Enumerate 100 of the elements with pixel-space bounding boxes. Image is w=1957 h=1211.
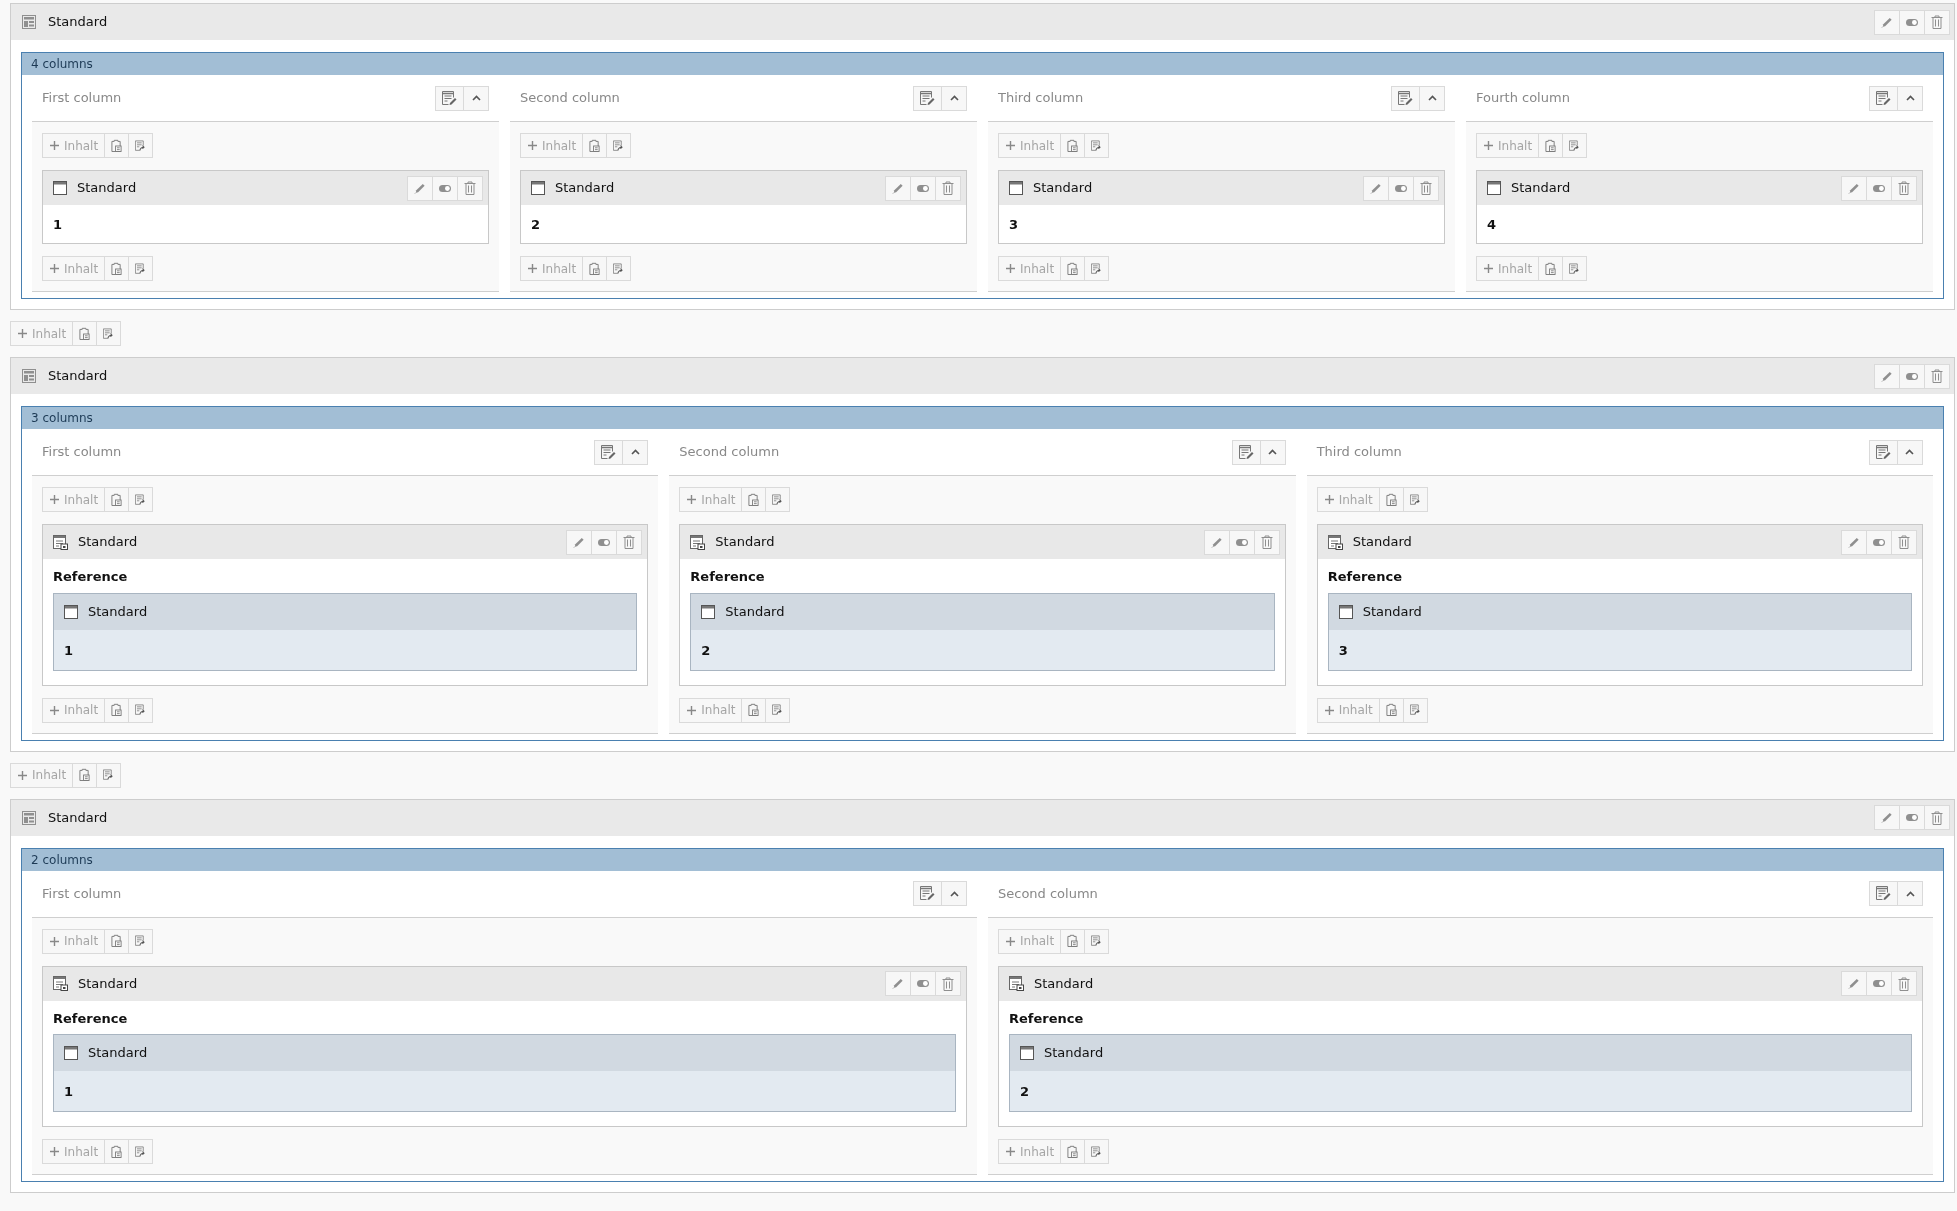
add-content-button[interactable]: Inhalt xyxy=(1316,697,1380,723)
edit-button[interactable] xyxy=(885,175,911,201)
delete-button[interactable] xyxy=(457,175,483,201)
toggle-visibility-button[interactable] xyxy=(910,971,936,996)
paste-button[interactable] xyxy=(104,928,130,954)
edit-column-button[interactable] xyxy=(435,85,464,111)
paste-reference-button[interactable] xyxy=(606,256,632,281)
paste-reference-button[interactable] xyxy=(1084,256,1110,281)
add-content-button[interactable]: Inhalt xyxy=(679,697,743,723)
paste-button[interactable] xyxy=(1538,133,1564,158)
paste-reference-button[interactable] xyxy=(1084,928,1110,954)
paste-reference-button[interactable] xyxy=(765,487,791,512)
add-content-button[interactable]: Inhalt xyxy=(42,928,106,954)
edit-column-button[interactable] xyxy=(594,439,624,465)
toggle-visibility-button[interactable] xyxy=(432,175,458,201)
paste-button[interactable] xyxy=(72,762,98,788)
paste-reference-button[interactable] xyxy=(765,697,791,723)
add-content-button[interactable]: Inhalt xyxy=(1476,133,1540,158)
edit-button[interactable] xyxy=(1841,529,1867,555)
edit-button[interactable] xyxy=(407,175,433,201)
paste-button[interactable] xyxy=(72,321,98,346)
toggle-visibility-button[interactable] xyxy=(591,529,618,555)
add-content-button[interactable]: Inhalt xyxy=(520,133,584,158)
edit-button[interactable] xyxy=(1841,971,1867,996)
edit-button[interactable] xyxy=(1874,9,1900,35)
paste-button[interactable] xyxy=(104,133,130,158)
collapse-button[interactable] xyxy=(1897,85,1923,111)
toggle-visibility-button[interactable] xyxy=(1899,805,1925,830)
edit-button[interactable] xyxy=(1841,175,1867,201)
edit-button[interactable] xyxy=(1874,805,1900,830)
paste-button[interactable] xyxy=(104,697,130,723)
collapse-button[interactable] xyxy=(941,85,967,111)
paste-reference-button[interactable] xyxy=(128,256,154,281)
paste-reference-button[interactable] xyxy=(1562,256,1588,281)
collapse-button[interactable] xyxy=(941,881,967,906)
add-content-button[interactable]: Inhalt xyxy=(10,321,74,346)
toggle-visibility-button[interactable] xyxy=(1899,363,1925,389)
add-content-button[interactable]: Inhalt xyxy=(42,256,106,281)
edit-column-button[interactable] xyxy=(1869,85,1898,111)
collapse-button[interactable] xyxy=(1897,439,1923,465)
toggle-visibility-button[interactable] xyxy=(1388,175,1414,201)
delete-button[interactable] xyxy=(1924,363,1950,389)
collapse-button[interactable] xyxy=(622,439,649,465)
add-content-button[interactable]: Inhalt xyxy=(998,928,1062,954)
add-content-button[interactable]: Inhalt xyxy=(1316,487,1380,512)
paste-reference-button[interactable] xyxy=(606,133,632,158)
paste-button[interactable] xyxy=(741,487,767,512)
toggle-visibility-button[interactable] xyxy=(1866,529,1892,555)
paste-button[interactable] xyxy=(582,133,608,158)
paste-reference-button[interactable] xyxy=(128,697,154,723)
delete-button[interactable] xyxy=(1891,971,1917,996)
delete-button[interactable] xyxy=(616,529,643,555)
add-content-button[interactable]: Inhalt xyxy=(520,256,584,281)
edit-column-button[interactable] xyxy=(1869,439,1898,465)
paste-reference-button[interactable] xyxy=(128,1139,154,1164)
add-content-button[interactable]: Inhalt xyxy=(42,1139,106,1164)
edit-button[interactable] xyxy=(566,529,593,555)
paste-reference-button[interactable] xyxy=(1402,487,1428,512)
paste-button[interactable] xyxy=(1378,697,1404,723)
paste-button[interactable] xyxy=(104,256,130,281)
toggle-visibility-button[interactable] xyxy=(910,175,936,201)
paste-reference-button[interactable] xyxy=(1562,133,1588,158)
delete-button[interactable] xyxy=(1924,9,1950,35)
paste-button[interactable] xyxy=(104,487,130,512)
delete-button[interactable] xyxy=(1253,529,1280,555)
add-content-button[interactable]: Inhalt xyxy=(42,133,106,158)
toggle-visibility-button[interactable] xyxy=(1899,9,1925,35)
delete-button[interactable] xyxy=(1891,175,1917,201)
paste-button[interactable] xyxy=(582,256,608,281)
add-content-button[interactable]: Inhalt xyxy=(1476,256,1540,281)
collapse-button[interactable] xyxy=(1419,85,1445,111)
paste-button[interactable] xyxy=(1060,928,1086,954)
paste-button[interactable] xyxy=(1060,256,1086,281)
toggle-visibility-button[interactable] xyxy=(1866,971,1892,996)
paste-button[interactable] xyxy=(104,1139,130,1164)
add-content-button[interactable]: Inhalt xyxy=(679,487,743,512)
paste-reference-button[interactable] xyxy=(1084,133,1110,158)
paste-reference-button[interactable] xyxy=(96,762,122,788)
paste-reference-button[interactable] xyxy=(96,321,122,346)
collapse-button[interactable] xyxy=(1897,881,1923,906)
paste-reference-button[interactable] xyxy=(128,928,154,954)
add-content-button[interactable]: Inhalt xyxy=(42,487,106,512)
edit-column-button[interactable] xyxy=(913,85,942,111)
edit-column-button[interactable] xyxy=(1231,439,1261,465)
edit-column-button[interactable] xyxy=(1869,881,1898,906)
edit-button[interactable] xyxy=(1874,363,1900,389)
delete-button[interactable] xyxy=(1413,175,1439,201)
paste-button[interactable] xyxy=(1538,256,1564,281)
paste-reference-button[interactable] xyxy=(128,487,154,512)
add-content-button[interactable]: Inhalt xyxy=(998,1139,1062,1164)
paste-button[interactable] xyxy=(1378,487,1404,512)
delete-button[interactable] xyxy=(935,175,961,201)
edit-button[interactable] xyxy=(885,971,911,996)
toggle-visibility-button[interactable] xyxy=(1228,529,1255,555)
paste-button[interactable] xyxy=(1060,133,1086,158)
paste-button[interactable] xyxy=(1060,1139,1086,1164)
paste-reference-button[interactable] xyxy=(1402,697,1428,723)
collapse-button[interactable] xyxy=(463,85,489,111)
add-content-button[interactable]: Inhalt xyxy=(998,256,1062,281)
delete-button[interactable] xyxy=(1891,529,1917,555)
